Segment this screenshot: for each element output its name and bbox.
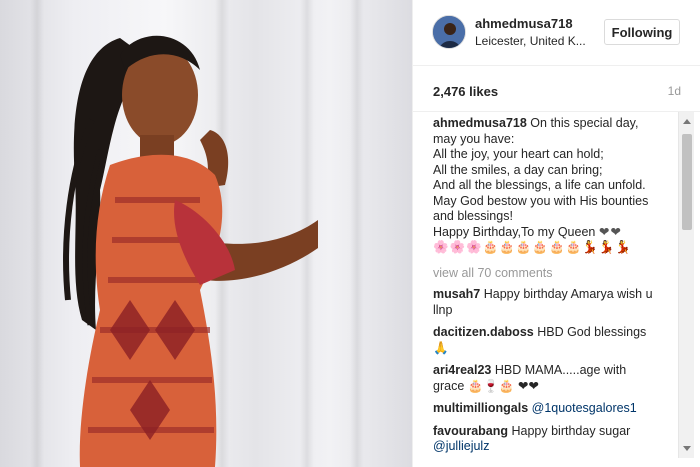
scroll-up-arrow-icon[interactable] [683, 119, 691, 124]
following-button[interactable]: Following [604, 19, 680, 45]
comment-username[interactable]: musah7 [433, 287, 480, 301]
emoji-line: 🌸🌸🌸🎂🎂🎂🎂🎂🎂💃💃💃 [433, 240, 632, 254]
likes-count[interactable]: 2,476 likes [433, 84, 498, 99]
comment-text: HBD MAMA.....age with [494, 363, 627, 377]
comment: multimilliongals @1quotesgalores1 [433, 401, 678, 417]
woman-figure [63, 35, 318, 467]
comment-text: llnp [433, 302, 453, 317]
comment: dacitizen.daboss HBD God blessings 🙏 [433, 325, 678, 356]
comment: musah7 Happy birthday Amarya wish u llnp [433, 287, 678, 318]
comments-list: ahmedmusa718 On this special day, may yo… [433, 116, 678, 467]
comment: ari4real23 HBD MAMA.....age with grace 🎂… [433, 363, 678, 394]
comment-username[interactable]: ari4real23 [433, 363, 491, 377]
post-sidebar: ahmedmusa718 Leicester, United K... Foll… [412, 0, 700, 467]
caption-text: May God bestow you with His bounties [433, 193, 649, 208]
comment-username[interactable]: favourabang [433, 424, 508, 438]
avatar[interactable] [432, 15, 466, 49]
caption-text: All the joy, your heart can hold; [433, 147, 604, 161]
comment-text: grace 🎂🍷🎂 ❤❤ [433, 378, 539, 393]
scroll-down-arrow-icon[interactable] [683, 446, 691, 451]
location-link[interactable]: Leicester, United K... [475, 34, 595, 48]
heart-emoji: ❤❤ [598, 224, 622, 239]
caption-text: On this special day, [530, 116, 639, 130]
view-all-comments-link[interactable]: view all 70 comments [433, 266, 678, 282]
comment-username[interactable]: multimilliongals [433, 401, 528, 415]
caption-text: and blessings! [433, 209, 513, 223]
mention-link[interactable]: @1quotesgalores1 [532, 401, 637, 415]
likes-row: 2,476 likes 1d [413, 66, 700, 112]
comment-username[interactable]: dacitizen.daboss [433, 325, 534, 339]
caption-text: may you have: [433, 131, 515, 146]
caption-text: Happy Birthday,To my Queen [433, 224, 596, 239]
post-age[interactable]: 1d [668, 84, 681, 98]
caption-text: All the smiles, a day can bring; [433, 162, 603, 177]
username-link[interactable]: ahmedmusa718 [475, 16, 573, 31]
caption: ahmedmusa718 On this special day, may yo… [433, 116, 678, 256]
comments-scrollbar[interactable] [678, 112, 694, 458]
comment: favourabang Happy birthday sugar @jullie… [433, 424, 678, 455]
comment-text: HBD God blessings [537, 325, 647, 339]
caption-username[interactable]: ahmedmusa718 [433, 116, 527, 130]
post-header: ahmedmusa718 Leicester, United K... Foll… [413, 0, 700, 66]
mention-link[interactable]: @julliejulz [433, 439, 489, 453]
comment-text: 🙏 [433, 340, 450, 355]
comment-text: Happy birthday sugar [511, 423, 631, 438]
scroll-thumb[interactable] [682, 134, 692, 230]
comment-text: Happy birthday Amarya wish u [483, 287, 653, 301]
post-photo[interactable] [0, 0, 412, 467]
avatar-image [433, 16, 465, 48]
caption-text: And all the blessings, a life can unfold… [433, 178, 646, 192]
